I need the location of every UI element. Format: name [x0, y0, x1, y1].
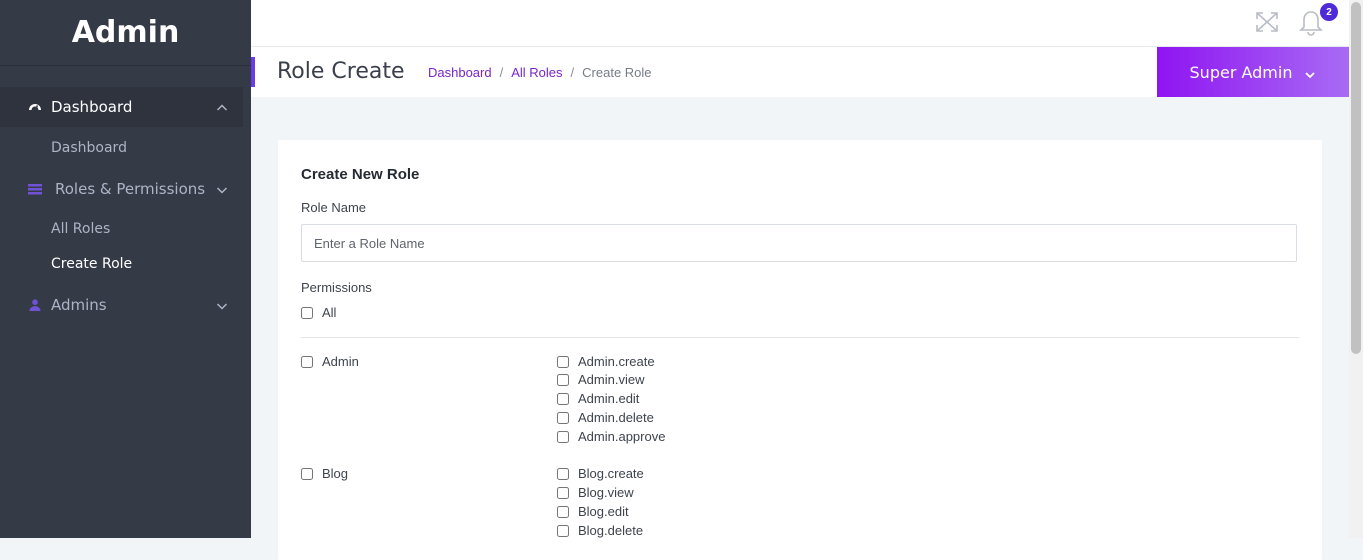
breadcrumb-current: Create Role — [582, 65, 652, 80]
checkbox[interactable] — [557, 355, 569, 368]
permission-checkbox[interactable]: Admin.edit — [557, 391, 639, 406]
user-icon — [28, 299, 42, 311]
permission-group-blog-checkbox[interactable]: Blog — [301, 466, 348, 481]
create-role-card: Create New Role Role Name Permissions Al… — [278, 140, 1322, 560]
permission-checkbox[interactable]: Blog.edit — [557, 504, 629, 519]
sidebar-subitem-create-role[interactable]: Create Role — [51, 256, 132, 272]
sidebar: Admin Dashboard Dashboard Roles & Permis… — [0, 0, 251, 538]
checkbox-label: Blog.view — [578, 485, 634, 500]
role-name-input[interactable] — [301, 224, 1297, 262]
sidebar-item-label: Dashboard — [51, 98, 133, 116]
checkbox-label: Blog.create — [578, 466, 644, 481]
roles-icon — [28, 183, 42, 195]
chevron-down-icon — [1304, 66, 1316, 79]
checkbox-label: Admin.edit — [578, 391, 640, 406]
dashboard-icon — [28, 101, 42, 113]
user-menu-button[interactable]: Super Admin — [1157, 47, 1349, 97]
permission-checkbox[interactable]: Admin.approve — [557, 429, 665, 444]
sidebar-subitem-all-roles[interactable]: All Roles — [51, 221, 110, 237]
sidebar-item-dashboard[interactable]: Dashboard — [0, 87, 243, 127]
checkbox-label: Blog.edit — [578, 504, 629, 519]
checkbox[interactable] — [557, 524, 569, 537]
breadcrumb: Dashboard / All Roles / Create Role — [428, 65, 652, 80]
permission-checkbox[interactable]: Admin.create — [557, 354, 655, 369]
checkbox[interactable] — [557, 486, 569, 499]
checkbox-label: Blog — [322, 466, 349, 481]
user-name: Super Admin — [1189, 62, 1293, 82]
chevron-down-icon — [216, 183, 228, 195]
card-title: Create New Role — [301, 166, 420, 183]
permission-checkbox[interactable]: Blog.view — [557, 485, 634, 500]
title-accent-bar — [251, 57, 255, 87]
page-scrollbar[interactable] — [1349, 0, 1363, 538]
sidebar-item-admins[interactable]: Admins — [0, 285, 243, 325]
checkbox[interactable] — [557, 430, 569, 443]
checkbox-label: Admin.view — [578, 372, 645, 387]
sidebar-item-label: Admins — [51, 296, 107, 314]
sidebar-item-label: Roles & Permissions — [55, 180, 206, 198]
sidebar-item-roles-permissions[interactable]: Roles & Permissions — [0, 169, 243, 209]
divider — [301, 337, 1299, 338]
checkbox[interactable] — [301, 467, 313, 480]
chevron-up-icon — [216, 101, 228, 113]
brand-logo[interactable]: Admin — [0, 0, 251, 66]
checkbox-label: Admin.approve — [578, 429, 666, 444]
scrollbar-thumb[interactable] — [1351, 2, 1361, 354]
checkbox-label: Admin — [322, 354, 359, 369]
role-name-label: Role Name — [301, 200, 367, 215]
checkbox[interactable] — [557, 505, 569, 518]
notification-badge: 2 — [1320, 3, 1338, 21]
checkbox-label: All — [322, 305, 337, 320]
permission-all-checkbox[interactable]: All — [301, 305, 336, 320]
page-title: Role Create — [277, 59, 405, 84]
checkbox-label: Blog.delete — [578, 523, 644, 538]
checkbox[interactable] — [557, 467, 569, 480]
permission-checkbox[interactable]: Blog.delete — [557, 523, 643, 538]
checkbox[interactable] — [301, 306, 313, 319]
chevron-down-icon — [216, 299, 228, 311]
checkbox[interactable] — [557, 411, 569, 424]
permission-group-admin-checkbox[interactable]: Admin — [301, 354, 359, 369]
permission-checkbox[interactable]: Blog.create — [557, 466, 644, 481]
breadcrumb-separator: / — [570, 65, 575, 80]
checkbox[interactable] — [557, 392, 569, 405]
permission-checkbox[interactable]: Admin.view — [557, 372, 644, 387]
checkbox[interactable] — [301, 355, 313, 368]
checkbox-label: Admin.delete — [578, 410, 654, 425]
permission-checkbox[interactable]: Admin.delete — [557, 410, 654, 425]
sidebar-subitem-dashboard[interactable]: Dashboard — [51, 140, 127, 156]
checkbox[interactable] — [557, 373, 569, 386]
permissions-label: Permissions — [301, 280, 372, 295]
page-header: Role Create Dashboard / All Roles / Crea… — [251, 47, 1157, 97]
checkbox-label: Admin.create — [578, 354, 655, 369]
fullscreen-icon[interactable] — [1255, 11, 1279, 33]
breadcrumb-separator: / — [499, 65, 504, 80]
breadcrumb-link-all-roles[interactable]: All Roles — [511, 65, 562, 80]
top-bar — [251, 0, 1349, 47]
breadcrumb-link-dashboard[interactable]: Dashboard — [428, 65, 492, 80]
